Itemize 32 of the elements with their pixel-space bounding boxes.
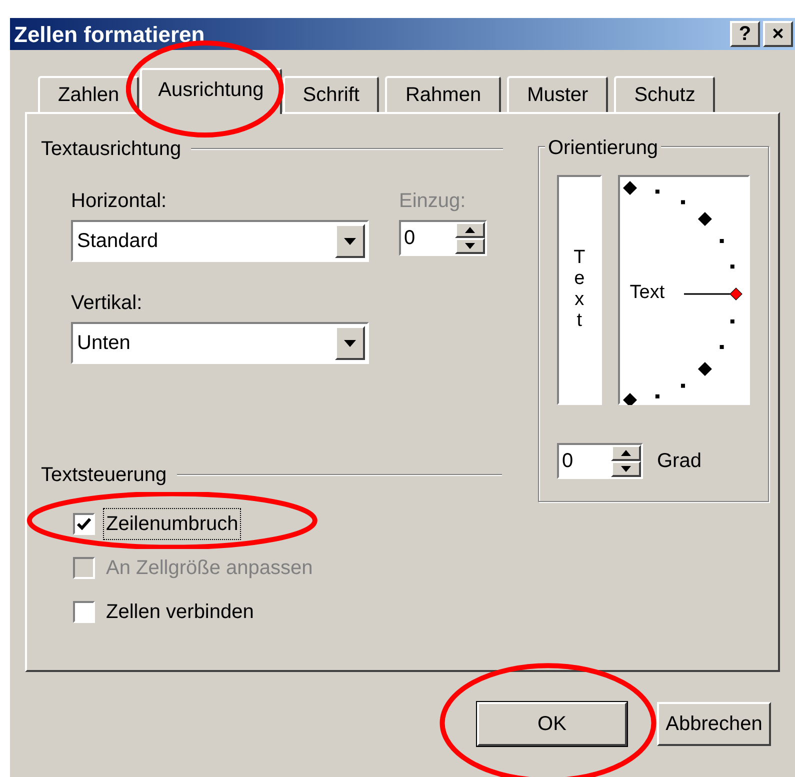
section-heading: Textausrichtung	[41, 137, 182, 162]
spin-down-icon[interactable]	[611, 461, 641, 477]
spin-up-icon[interactable]	[611, 445, 641, 461]
cancel-button[interactable]: Abbrechen	[657, 702, 771, 746]
sample-text: Text	[630, 281, 665, 305]
field-label: Einzug:	[399, 189, 467, 214]
spin-down-icon[interactable]	[455, 238, 485, 254]
field-label: Grad	[657, 449, 702, 474]
ok-button[interactable]: OK	[477, 702, 627, 746]
tab[interactable]: Ausrichtung	[140, 68, 282, 114]
check-icon	[77, 518, 91, 530]
field-label: Vertikal:	[71, 291, 144, 316]
dropdown-field[interactable]: Unten	[71, 322, 369, 364]
tab[interactable]: Muster	[507, 76, 608, 112]
help-button[interactable]: ?	[730, 21, 760, 47]
checkbox-label[interactable]: Zeilenumbruch	[103, 508, 242, 540]
tab[interactable]: Zahlen	[38, 76, 140, 112]
vertical-text-box[interactable]: Text	[557, 175, 602, 405]
degree-spin-field[interactable]: 0	[557, 443, 643, 479]
field-label: Horizontal:	[71, 189, 168, 214]
checkbox-label[interactable]: Zellen verbinden	[103, 596, 257, 628]
tab[interactable]: Rahmen	[385, 76, 502, 112]
window-title: Zellen formatieren	[14, 20, 206, 48]
sample-text: Text	[572, 248, 586, 332]
dropdown-field[interactable]: Standard	[71, 220, 369, 262]
section-heading: Textsteuerung	[41, 463, 167, 488]
spin-up-icon[interactable]	[455, 222, 485, 238]
tab[interactable]: Schutz	[614, 76, 716, 112]
close-button[interactable]: ×	[763, 21, 793, 47]
checkbox[interactable]	[73, 601, 95, 623]
checkbox[interactable]	[73, 513, 95, 535]
tab[interactable]: Schrift	[282, 76, 380, 112]
